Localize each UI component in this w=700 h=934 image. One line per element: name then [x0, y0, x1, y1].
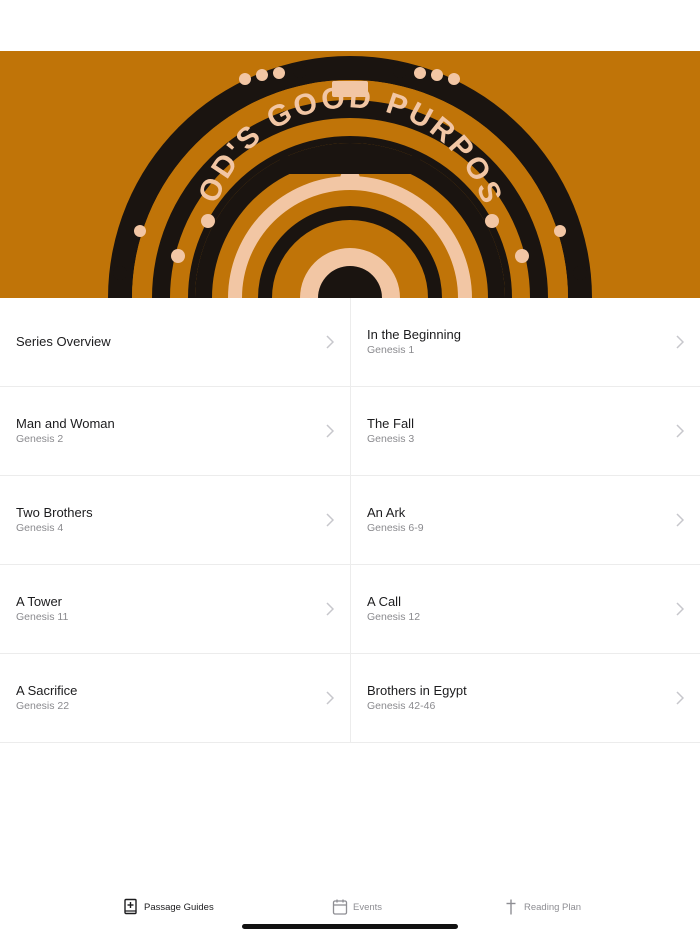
chevron-right-icon	[326, 513, 334, 527]
chevron-right-icon	[676, 335, 684, 349]
chevron-right-icon	[326, 424, 334, 438]
guide-title: A Call	[367, 594, 401, 609]
guide-title: A Tower	[16, 594, 63, 609]
guide-item[interactable]: The Fall Genesis 3	[350, 387, 700, 475]
tab-label: Passage Guides	[144, 901, 214, 913]
guide-title: An Ark	[367, 505, 406, 520]
guide-title: The Fall	[367, 416, 414, 431]
guide-reference: Genesis 3	[367, 433, 415, 445]
tab-events[interactable]: Events	[332, 898, 382, 916]
grid-row: Man and Woman Genesis 2 The Fall Genesis…	[0, 387, 700, 476]
guide-item[interactable]: A Call Genesis 12	[350, 565, 700, 653]
guide-item[interactable]: In the Beginning Genesis 1	[350, 298, 700, 386]
guide-title: Man and Woman	[16, 416, 115, 431]
guide-item[interactable]: A Tower Genesis 11	[0, 565, 350, 653]
tab-label: Reading Plan	[524, 901, 582, 913]
chevron-right-icon	[676, 513, 684, 527]
guide-title: Series Overview	[16, 334, 111, 349]
guide-reference: Genesis 11	[16, 611, 69, 623]
grid-row: Two Brothers Genesis 4 An Ark Genesis 6-…	[0, 476, 700, 565]
guide-title: In the Beginning	[367, 327, 461, 342]
guide-item[interactable]: Brothers in Egypt Genesis 42-46	[350, 654, 700, 742]
guide-title: Brothers in Egypt	[367, 683, 467, 698]
chevron-right-icon	[326, 602, 334, 616]
tab-reading-plan[interactable]: Reading Plan	[503, 898, 581, 916]
guide-reference: Genesis 12	[367, 611, 421, 623]
status-bar	[0, 0, 700, 51]
guide-title: Two Brothers	[16, 505, 93, 520]
guide-item[interactable]: A Sacrifice Genesis 22	[0, 654, 350, 742]
grid-row: A Tower Genesis 11 A Call Genesis 12	[0, 565, 700, 654]
guide-reference: Genesis 6-9	[367, 522, 424, 534]
calendar-icon	[332, 899, 348, 915]
guide-reference: Genesis 22	[16, 700, 70, 712]
tab-passage-guides[interactable]: Passage Guides	[123, 898, 214, 916]
tab-label: Events	[353, 901, 383, 913]
chevron-right-icon	[326, 335, 334, 349]
chevron-right-icon	[676, 424, 684, 438]
chevron-right-icon	[326, 691, 334, 705]
series-artwork: GOD'S GOOD PURPOSE	[0, 51, 592, 298]
grid-row: Series Overview In the Beginning Genesis…	[0, 298, 700, 387]
grid-row: A Sacrifice Genesis 22 Brothers in Egypt…	[0, 654, 700, 743]
guide-item[interactable]: An Ark Genesis 6-9	[350, 476, 700, 564]
guide-reference: Genesis 1	[367, 344, 415, 356]
series-hero-image: GOD'S GOOD PURPOSE	[0, 51, 700, 298]
cross-icon	[506, 899, 516, 915]
home-indicator	[242, 924, 458, 929]
guide-reference: Genesis 42-46	[367, 700, 436, 712]
guide-item[interactable]: Man and Woman Genesis 2	[0, 387, 350, 475]
chevron-right-icon	[676, 691, 684, 705]
chevron-right-icon	[676, 602, 684, 616]
guide-item[interactable]: Series Overview	[0, 298, 350, 386]
guide-reference: Genesis 4	[16, 522, 64, 534]
guide-item[interactable]: Two Brothers Genesis 4	[0, 476, 350, 564]
guide-reference: Genesis 2	[16, 433, 64, 445]
guide-title: A Sacrifice	[16, 683, 78, 698]
passage-guide-grid: Series Overview In the Beginning Genesis…	[0, 298, 700, 743]
book-plus-icon	[124, 898, 137, 915]
